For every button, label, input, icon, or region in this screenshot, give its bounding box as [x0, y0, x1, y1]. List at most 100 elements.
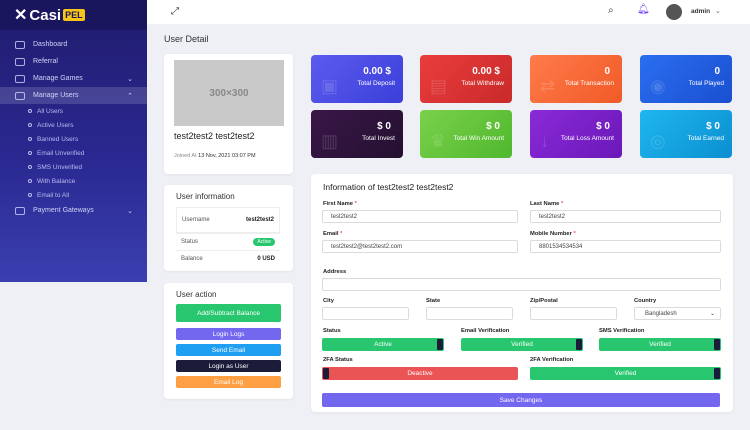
- sidebar-item-label: Dashboard: [33, 41, 68, 48]
- stat-label: Total Transaction: [564, 80, 614, 87]
- stat-total-transaction[interactable]: ⇄ 0 Total Transaction: [530, 55, 622, 103]
- save-changes-button[interactable]: Save Changes: [322, 393, 720, 407]
- email-log-button[interactable]: Email Log: [176, 376, 281, 388]
- first-name-field[interactable]: test2test2: [322, 210, 518, 223]
- zip-field[interactable]: [530, 307, 617, 320]
- sidebar-subitem-email-unverified[interactable]: Email Unverified: [0, 146, 147, 160]
- send-email-button[interactable]: Send Email: [176, 344, 281, 356]
- page-title: User Detail: [164, 34, 209, 44]
- sidebar-item-manage-users[interactable]: Manage Users ⌃: [0, 87, 147, 104]
- topbar: ⤢ ⌕ 🔔︎ admin ⌄: [147, 0, 750, 24]
- joined-date: 13 Nov, 2021 03:07 PM: [198, 153, 256, 159]
- sidebar-subitem-label: SMS Unverified: [37, 163, 83, 171]
- toggle-text: Verified: [614, 370, 637, 377]
- stat-total-invest[interactable]: ▥ $ 0 Total Invest: [311, 110, 403, 158]
- sidebar-item-dashboard[interactable]: Dashboard: [0, 36, 147, 53]
- sidebar-subitem-banned-users[interactable]: Banned Users: [0, 132, 147, 146]
- brand-name: Casi: [29, 6, 62, 24]
- stat-total-earned[interactable]: ◎ $ 0 Total Earned: [640, 110, 732, 158]
- brand-x: ✕: [14, 7, 28, 24]
- required-mark: *: [573, 231, 576, 237]
- stat-total-deposit[interactable]: ▣ 0.00 $ Total Deposit: [311, 55, 403, 103]
- sidebar-subitem-active-users[interactable]: Active Users: [0, 118, 147, 132]
- sidebar-subitem-label: All Users: [37, 107, 64, 115]
- 2fa-status-toggle[interactable]: Deactive: [322, 367, 518, 380]
- country-select[interactable]: Bangladesh ⌄: [634, 307, 721, 320]
- state-field[interactable]: [426, 307, 513, 320]
- 2fa-status-label: 2FA Status: [323, 357, 353, 363]
- stat-total-withdraw[interactable]: ▤ 0.00 $ Total Withdraw: [420, 55, 512, 103]
- last-name-label: Last Name *: [530, 201, 563, 207]
- last-name-field[interactable]: test2test2: [530, 210, 721, 223]
- profile-image: 300×300: [174, 60, 284, 126]
- trophy-icon: ♛: [430, 131, 447, 151]
- zip-label: Zip/Postal: [530, 298, 558, 304]
- toggle-knob: [714, 339, 720, 350]
- sidebar-subitem-email-all[interactable]: Email to All: [0, 188, 147, 202]
- sidebar-subitem-label: With Balance: [37, 177, 76, 185]
- label-text: Email: [323, 231, 339, 237]
- stat-total-played[interactable]: ◉ 0 Total Played: [640, 55, 732, 103]
- address-field[interactable]: [322, 278, 721, 291]
- toggle-text: Active: [374, 341, 392, 348]
- stat-value: $ 0: [706, 121, 720, 132]
- profile-card: 300×300 test2test2 test2test2 Joined At …: [164, 54, 293, 174]
- chevron-up-icon: ⌃: [127, 92, 133, 100]
- country-value: Bangladesh: [645, 310, 677, 317]
- circle-icon: [28, 109, 32, 113]
- stat-total-loss-amount[interactable]: ↓ $ 0 Total Loss Amount: [530, 110, 622, 158]
- chart-icon: ▥: [321, 131, 339, 151]
- sidebar-item-manage-games[interactable]: Manage Games ⌄: [0, 70, 147, 87]
- gamepad-icon: ◉: [650, 76, 666, 96]
- stat-label: Total Loss Amount: [560, 135, 614, 142]
- status-badge: Active: [253, 238, 275, 246]
- bell-icon[interactable]: 🔔︎: [637, 4, 650, 15]
- sidebar-item-label: Payment Gateways: [33, 207, 94, 214]
- email-field[interactable]: test2test2@test2test2.com: [322, 240, 518, 253]
- sidebar-item-referral[interactable]: Referral: [0, 53, 147, 70]
- sidebar-subitem-sms-unverified[interactable]: SMS Unverified: [0, 160, 147, 174]
- sidebar-subitem-with-balance[interactable]: With Balance: [0, 174, 147, 188]
- circle-icon: [28, 137, 32, 141]
- label-text: First Name: [323, 201, 353, 207]
- mobile-field[interactable]: 8801534534534: [530, 240, 721, 253]
- status-toggle[interactable]: Active: [322, 338, 444, 351]
- money-icon: ▤: [430, 76, 448, 96]
- brand-logo[interactable]: ✕ Casi PEL: [0, 0, 147, 30]
- sidebar-subitem-label: Banned Users: [37, 135, 79, 143]
- search-icon[interactable]: ⌕: [608, 5, 614, 16]
- login-logs-button[interactable]: Login Logs: [176, 328, 281, 340]
- state-label: State: [426, 298, 441, 304]
- user-menu-name[interactable]: admin: [691, 8, 710, 15]
- city-field[interactable]: [322, 307, 409, 320]
- required-mark: *: [340, 231, 343, 237]
- required-mark: *: [560, 201, 564, 207]
- sidebar-item-payment-gateways[interactable]: Payment Gateways ⌄: [0, 202, 147, 219]
- user-information-card: User information Username test2test2 Stat…: [164, 185, 293, 271]
- info-label: Balance: [181, 256, 203, 262]
- toggle-text: Verified: [511, 341, 533, 348]
- stat-label: Total Withdraw: [461, 80, 504, 87]
- info-row-username: Username test2test2: [176, 207, 280, 233]
- expand-icon[interactable]: ⤢: [171, 6, 179, 17]
- required-mark: *: [354, 201, 357, 207]
- sidebar-subitem-all-users[interactable]: All Users: [0, 104, 147, 118]
- info-label: Status: [181, 239, 199, 245]
- sms-verification-toggle[interactable]: Verified: [599, 338, 721, 351]
- user-info-form: Information of test2test2 test2test2 Fir…: [311, 174, 733, 412]
- avatar[interactable]: [666, 4, 682, 20]
- 2fa-verification-toggle[interactable]: Verified: [530, 367, 721, 380]
- sidebar-subitem-label: Email to All: [37, 191, 70, 199]
- email-label: Email *: [323, 231, 342, 237]
- referral-icon: [15, 57, 25, 66]
- add-subtract-balance-button[interactable]: Add/Subtract Balance: [176, 304, 281, 322]
- stat-value: 0: [714, 66, 720, 77]
- email-verification-toggle[interactable]: Verified: [461, 338, 583, 351]
- stat-label: Total Invest: [362, 135, 395, 142]
- users-icon: [15, 91, 25, 100]
- chevron-down-icon[interactable]: ⌄: [715, 7, 721, 15]
- login-as-user-button[interactable]: Login as User: [176, 360, 281, 372]
- stat-total-win-amount[interactable]: ♛ $ 0 Total Win Amount: [420, 110, 512, 158]
- label-text: Mobile Number: [530, 231, 572, 237]
- credit-card-icon: [15, 206, 25, 215]
